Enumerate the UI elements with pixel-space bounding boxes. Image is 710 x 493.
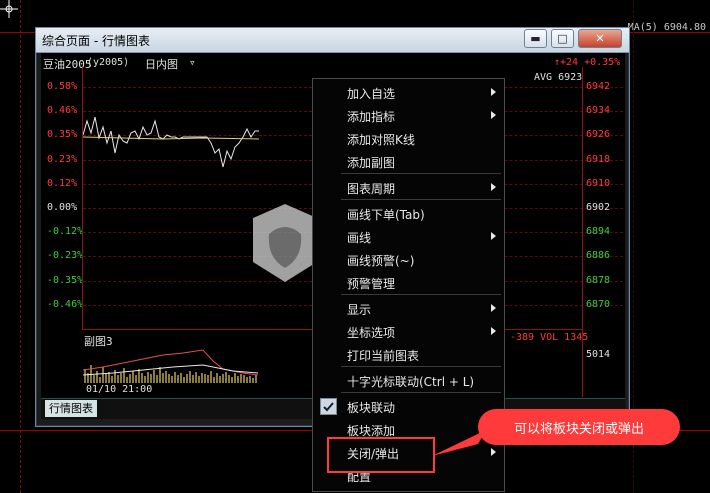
menu-item-label: 打印当前图表 — [347, 349, 420, 363]
menu-item-label: 十字光标联动(Ctrl + L) — [347, 375, 475, 389]
menu-item[interactable]: 画线预警(~) — [313, 249, 504, 271]
y-left-label: 0.46% — [47, 105, 78, 117]
y-left-label: 0.00% — [47, 202, 78, 213]
submenu-arrow-icon — [491, 327, 496, 335]
y-left-label: 0.12% — [47, 177, 78, 189]
menu-item[interactable]: 板块联动 — [313, 396, 504, 418]
y-right-label: 6870 — [586, 298, 611, 310]
y-right-label: 6942 — [586, 81, 611, 92]
menu-item[interactable]: 添加对照K线 — [313, 128, 504, 150]
y-right-label: 6926 — [586, 129, 611, 141]
menu-item-label: 预警管理 — [347, 277, 396, 291]
y-right-label: 6878 — [586, 274, 611, 286]
menu-item[interactable]: 加入自选 — [313, 82, 504, 104]
y-left-label: 0.58% — [47, 81, 78, 92]
menu-separator — [341, 173, 501, 174]
menu-item[interactable]: 预警管理 — [313, 272, 504, 294]
y-left-label: -0.23% — [47, 250, 84, 262]
menu-item-label: 添加指标 — [347, 110, 396, 124]
volume-bars — [83, 349, 259, 383]
change-readout: ↑+24 +0.35% — [554, 57, 621, 68]
window-titlebar[interactable]: 综合页面 - 行情图表 ▬ □ ✕ — [36, 28, 629, 53]
close-icon: ✕ — [595, 32, 605, 45]
subchart-readout: -389 VOL 1345 — [510, 332, 589, 343]
maximize-button[interactable]: □ — [551, 29, 574, 48]
highlight-box — [327, 437, 435, 473]
symbol-label[interactable]: 豆油2005 — [43, 56, 92, 72]
minimize-button[interactable]: ▬ — [524, 29, 547, 48]
submenu-arrow-icon — [491, 448, 496, 456]
y-right-label: 6910 — [586, 177, 611, 189]
menu-item-label: 画线下单(Tab) — [347, 208, 425, 222]
subchart-right-value: 5014 — [586, 349, 611, 360]
x-axis-label: 01/10 21:00 — [86, 384, 153, 395]
avg-readout: AVG 6923 — [534, 72, 583, 83]
tab-chart[interactable]: 行情图表 — [45, 400, 97, 417]
minimize-icon: ▬ — [530, 32, 541, 45]
menu-separator — [341, 366, 501, 367]
y-right-label: 6902 — [586, 202, 611, 213]
menu-item-label: 图表周期 — [347, 182, 396, 196]
submenu-arrow-icon — [491, 111, 496, 119]
menu-item[interactable]: 显示 — [313, 298, 504, 320]
callout-bubble: 可以将板块关闭或弹出 — [478, 409, 680, 445]
submenu-arrow-icon — [491, 183, 496, 191]
menu-item-label: 添加对照K线 — [347, 133, 415, 147]
menu-item[interactable]: 坐标选项 — [313, 321, 504, 343]
y-right-label: 6886 — [586, 250, 611, 262]
checkbox-checked-icon — [320, 398, 337, 415]
crosshair-icon — [0, 0, 18, 18]
menu-item-label: 坐标选项 — [347, 326, 396, 340]
submenu-arrow-icon — [491, 304, 496, 312]
menu-item[interactable]: 画线下单(Tab) — [313, 203, 504, 225]
menu-item[interactable]: 画线 — [313, 226, 504, 248]
menu-item-label: 显示 — [347, 303, 372, 317]
y-left-label: -0.46% — [47, 298, 84, 310]
y-right-label: 6934 — [586, 105, 611, 117]
menu-item[interactable]: 添加指标 — [313, 105, 504, 127]
background-divider — [20, 0, 21, 493]
y-right-label: 6894 — [586, 226, 611, 238]
menu-item[interactable]: 十字光标联动(Ctrl + L) — [313, 370, 504, 392]
y-left-label: 0.35% — [47, 129, 78, 141]
y-left-label: -0.35% — [47, 274, 84, 286]
menu-item[interactable]: 图表周期 — [313, 177, 504, 199]
submenu-arrow-icon — [491, 88, 496, 96]
menu-item[interactable]: 打印当前图表 — [313, 344, 504, 366]
submenu-arrow-icon — [491, 232, 496, 240]
period-label[interactable]: 日内图 — [145, 56, 178, 72]
menu-item-label: 画线 — [347, 231, 372, 245]
menu-item-label: 加入自选 — [347, 87, 396, 101]
maximize-icon: □ — [557, 32, 568, 45]
window-title: 综合页面 - 行情图表 — [42, 34, 150, 48]
menu-item-label: 板块联动 — [347, 401, 396, 415]
y-right-label: 6918 — [586, 153, 611, 165]
menu-separator — [341, 392, 501, 393]
close-button[interactable]: ✕ — [578, 29, 622, 48]
y-left-label: 0.23% — [47, 153, 78, 165]
menu-item-label: 添加副图 — [347, 156, 396, 170]
y-axis-left — [82, 67, 83, 330]
y-axis-right — [582, 67, 583, 397]
price-line — [83, 116, 260, 168]
period-selector-icon[interactable]: ⟨y2005⟩ — [87, 57, 129, 68]
menu-item[interactable]: 添加副图 — [313, 151, 504, 173]
chevron-down-icon[interactable]: ▿ — [189, 56, 196, 69]
menu-separator — [341, 294, 501, 295]
menu-item-label: 画线预警(~) — [347, 254, 415, 268]
menu-separator — [341, 199, 501, 200]
y-left-label: -0.12% — [47, 226, 84, 238]
